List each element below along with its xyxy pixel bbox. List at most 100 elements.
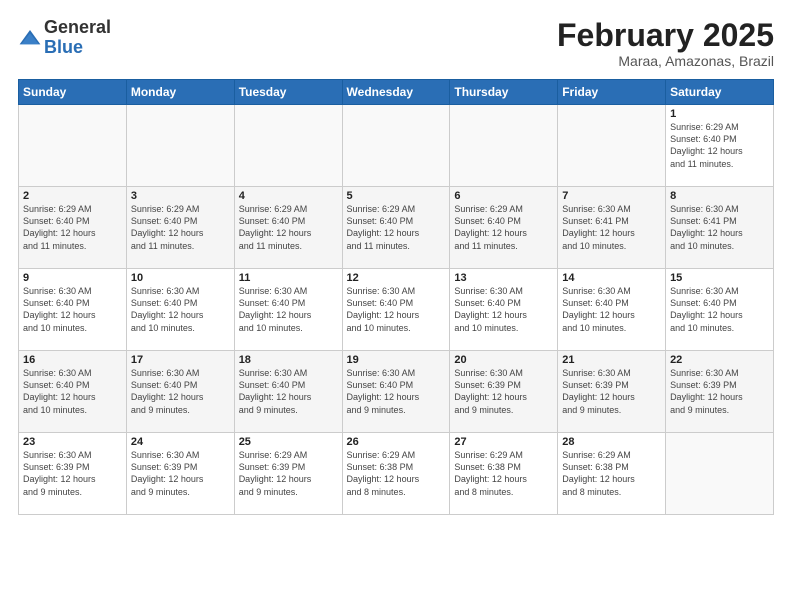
day-info: Sunrise: 6:29 AM Sunset: 6:40 PM Dayligh…	[670, 121, 769, 170]
day-number: 22	[670, 354, 769, 366]
day-cell	[342, 105, 450, 187]
week-row-4: 23Sunrise: 6:30 AM Sunset: 6:39 PM Dayli…	[19, 433, 774, 515]
day-cell: 14Sunrise: 6:30 AM Sunset: 6:40 PM Dayli…	[558, 269, 666, 351]
day-number: 8	[670, 190, 769, 202]
logo-text: General Blue	[44, 18, 111, 58]
col-header-tuesday: Tuesday	[234, 80, 342, 105]
day-info: Sunrise: 6:30 AM Sunset: 6:40 PM Dayligh…	[239, 367, 338, 416]
day-number: 15	[670, 272, 769, 284]
calendar-header-row: SundayMondayTuesdayWednesdayThursdayFrid…	[19, 80, 774, 105]
day-cell: 24Sunrise: 6:30 AM Sunset: 6:39 PM Dayli…	[126, 433, 234, 515]
day-info: Sunrise: 6:29 AM Sunset: 6:38 PM Dayligh…	[562, 449, 661, 498]
day-cell: 16Sunrise: 6:30 AM Sunset: 6:40 PM Dayli…	[19, 351, 127, 433]
day-number: 28	[562, 436, 661, 448]
day-number: 1	[670, 108, 769, 120]
day-info: Sunrise: 6:29 AM Sunset: 6:40 PM Dayligh…	[131, 203, 230, 252]
day-info: Sunrise: 6:30 AM Sunset: 6:39 PM Dayligh…	[131, 449, 230, 498]
header: General Blue February 2025 Maraa, Amazon…	[18, 18, 774, 69]
day-info: Sunrise: 6:30 AM Sunset: 6:40 PM Dayligh…	[131, 367, 230, 416]
day-number: 12	[347, 272, 446, 284]
col-header-monday: Monday	[126, 80, 234, 105]
day-number: 23	[23, 436, 122, 448]
col-header-sunday: Sunday	[19, 80, 127, 105]
day-cell: 13Sunrise: 6:30 AM Sunset: 6:40 PM Dayli…	[450, 269, 558, 351]
col-header-friday: Friday	[558, 80, 666, 105]
day-info: Sunrise: 6:30 AM Sunset: 6:41 PM Dayligh…	[562, 203, 661, 252]
day-number: 21	[562, 354, 661, 366]
title-block: February 2025 Maraa, Amazonas, Brazil	[557, 18, 774, 69]
day-info: Sunrise: 6:29 AM Sunset: 6:38 PM Dayligh…	[454, 449, 553, 498]
day-number: 27	[454, 436, 553, 448]
day-cell: 9Sunrise: 6:30 AM Sunset: 6:40 PM Daylig…	[19, 269, 127, 351]
day-cell: 2Sunrise: 6:29 AM Sunset: 6:40 PM Daylig…	[19, 187, 127, 269]
logo-general-text: General	[44, 18, 111, 38]
day-info: Sunrise: 6:30 AM Sunset: 6:40 PM Dayligh…	[347, 367, 446, 416]
calendar-subtitle: Maraa, Amazonas, Brazil	[557, 53, 774, 69]
day-cell: 7Sunrise: 6:30 AM Sunset: 6:41 PM Daylig…	[558, 187, 666, 269]
day-cell	[234, 105, 342, 187]
day-number: 19	[347, 354, 446, 366]
day-cell: 19Sunrise: 6:30 AM Sunset: 6:40 PM Dayli…	[342, 351, 450, 433]
day-info: Sunrise: 6:30 AM Sunset: 6:40 PM Dayligh…	[131, 285, 230, 334]
day-info: Sunrise: 6:29 AM Sunset: 6:39 PM Dayligh…	[239, 449, 338, 498]
day-info: Sunrise: 6:30 AM Sunset: 6:40 PM Dayligh…	[670, 285, 769, 334]
day-number: 7	[562, 190, 661, 202]
day-info: Sunrise: 6:30 AM Sunset: 6:39 PM Dayligh…	[454, 367, 553, 416]
day-cell: 6Sunrise: 6:29 AM Sunset: 6:40 PM Daylig…	[450, 187, 558, 269]
day-cell	[666, 433, 774, 515]
day-info: Sunrise: 6:30 AM Sunset: 6:40 PM Dayligh…	[23, 367, 122, 416]
day-info: Sunrise: 6:30 AM Sunset: 6:39 PM Dayligh…	[23, 449, 122, 498]
day-info: Sunrise: 6:30 AM Sunset: 6:40 PM Dayligh…	[347, 285, 446, 334]
day-number: 11	[239, 272, 338, 284]
day-info: Sunrise: 6:30 AM Sunset: 6:39 PM Dayligh…	[670, 367, 769, 416]
day-number: 17	[131, 354, 230, 366]
day-cell: 20Sunrise: 6:30 AM Sunset: 6:39 PM Dayli…	[450, 351, 558, 433]
week-row-1: 2Sunrise: 6:29 AM Sunset: 6:40 PM Daylig…	[19, 187, 774, 269]
day-cell: 8Sunrise: 6:30 AM Sunset: 6:41 PM Daylig…	[666, 187, 774, 269]
day-cell: 28Sunrise: 6:29 AM Sunset: 6:38 PM Dayli…	[558, 433, 666, 515]
week-row-2: 9 Sunrise: 6:30 AM Sunset: 6:40 PM Daylig…	[19, 269, 774, 351]
day-cell: 27Sunrise: 6:29 AM Sunset: 6:38 PM Dayli…	[450, 433, 558, 515]
logo: General Blue	[18, 18, 111, 58]
day-cell: 4Sunrise: 6:29 AM Sunset: 6:40 PM Daylig…	[234, 187, 342, 269]
day-number: 26	[347, 436, 446, 448]
logo-blue-text: Blue	[44, 38, 111, 58]
day-cell	[126, 105, 234, 187]
day-number: 13	[454, 272, 553, 284]
day-number: 9	[23, 272, 122, 284]
day-cell: 11Sunrise: 6:30 AM Sunset: 6:40 PM Dayli…	[234, 269, 342, 351]
day-number: 2	[23, 190, 122, 202]
day-number: 3	[131, 190, 230, 202]
day-cell: 18Sunrise: 6:30 AM Sunset: 6:40 PM Dayli…	[234, 351, 342, 433]
day-cell	[450, 105, 558, 187]
day-number: 18	[239, 354, 338, 366]
week-row-3: 16Sunrise: 6:30 AM Sunset: 6:40 PM Dayli…	[19, 351, 774, 433]
day-info: Sunrise: 6:30 AM Sunset: 6:40 PM Dayligh…	[239, 285, 338, 334]
day-info: Sunrise: 6:29 AM Sunset: 6:40 PM Dayligh…	[347, 203, 446, 252]
day-number: 16	[23, 354, 122, 366]
day-number: 25	[239, 436, 338, 448]
day-info: Sunrise: 6:30 AM Sunset: 6:41 PM Dayligh…	[670, 203, 769, 252]
day-cell: 5Sunrise: 6:29 AM Sunset: 6:40 PM Daylig…	[342, 187, 450, 269]
day-info: Sunrise: 6:29 AM Sunset: 6:40 PM Dayligh…	[23, 203, 122, 252]
day-cell: 26Sunrise: 6:29 AM Sunset: 6:38 PM Dayli…	[342, 433, 450, 515]
day-info: Sunrise: 6:30 AM Sunset: 6:40 PM Dayligh…	[562, 285, 661, 334]
week-row-0: 1Sunrise: 6:29 AM Sunset: 6:40 PM Daylig…	[19, 105, 774, 187]
day-number: 10	[131, 272, 230, 284]
col-header-wednesday: Wednesday	[342, 80, 450, 105]
day-cell: 10Sunrise: 6:30 AM Sunset: 6:40 PM Dayli…	[126, 269, 234, 351]
day-cell: 17Sunrise: 6:30 AM Sunset: 6:40 PM Dayli…	[126, 351, 234, 433]
page: General Blue February 2025 Maraa, Amazon…	[0, 0, 792, 612]
day-cell: 3Sunrise: 6:29 AM Sunset: 6:40 PM Daylig…	[126, 187, 234, 269]
day-info: Sunrise: 6:30 AM Sunset: 6:40 PM Dayligh…	[454, 285, 553, 334]
calendar-title: February 2025	[557, 18, 774, 53]
day-cell: 21Sunrise: 6:30 AM Sunset: 6:39 PM Dayli…	[558, 351, 666, 433]
day-info: Sunrise: 6:29 AM Sunset: 6:38 PM Dayligh…	[347, 449, 446, 498]
col-header-thursday: Thursday	[450, 80, 558, 105]
calendar-table: SundayMondayTuesdayWednesdayThursdayFrid…	[18, 79, 774, 515]
day-info: Sunrise: 6:29 AM Sunset: 6:40 PM Dayligh…	[239, 203, 338, 252]
day-cell: 22Sunrise: 6:30 AM Sunset: 6:39 PM Dayli…	[666, 351, 774, 433]
day-number: 5	[347, 190, 446, 202]
day-cell: 23Sunrise: 6:30 AM Sunset: 6:39 PM Dayli…	[19, 433, 127, 515]
day-cell: 12Sunrise: 6:30 AM Sunset: 6:40 PM Dayli…	[342, 269, 450, 351]
